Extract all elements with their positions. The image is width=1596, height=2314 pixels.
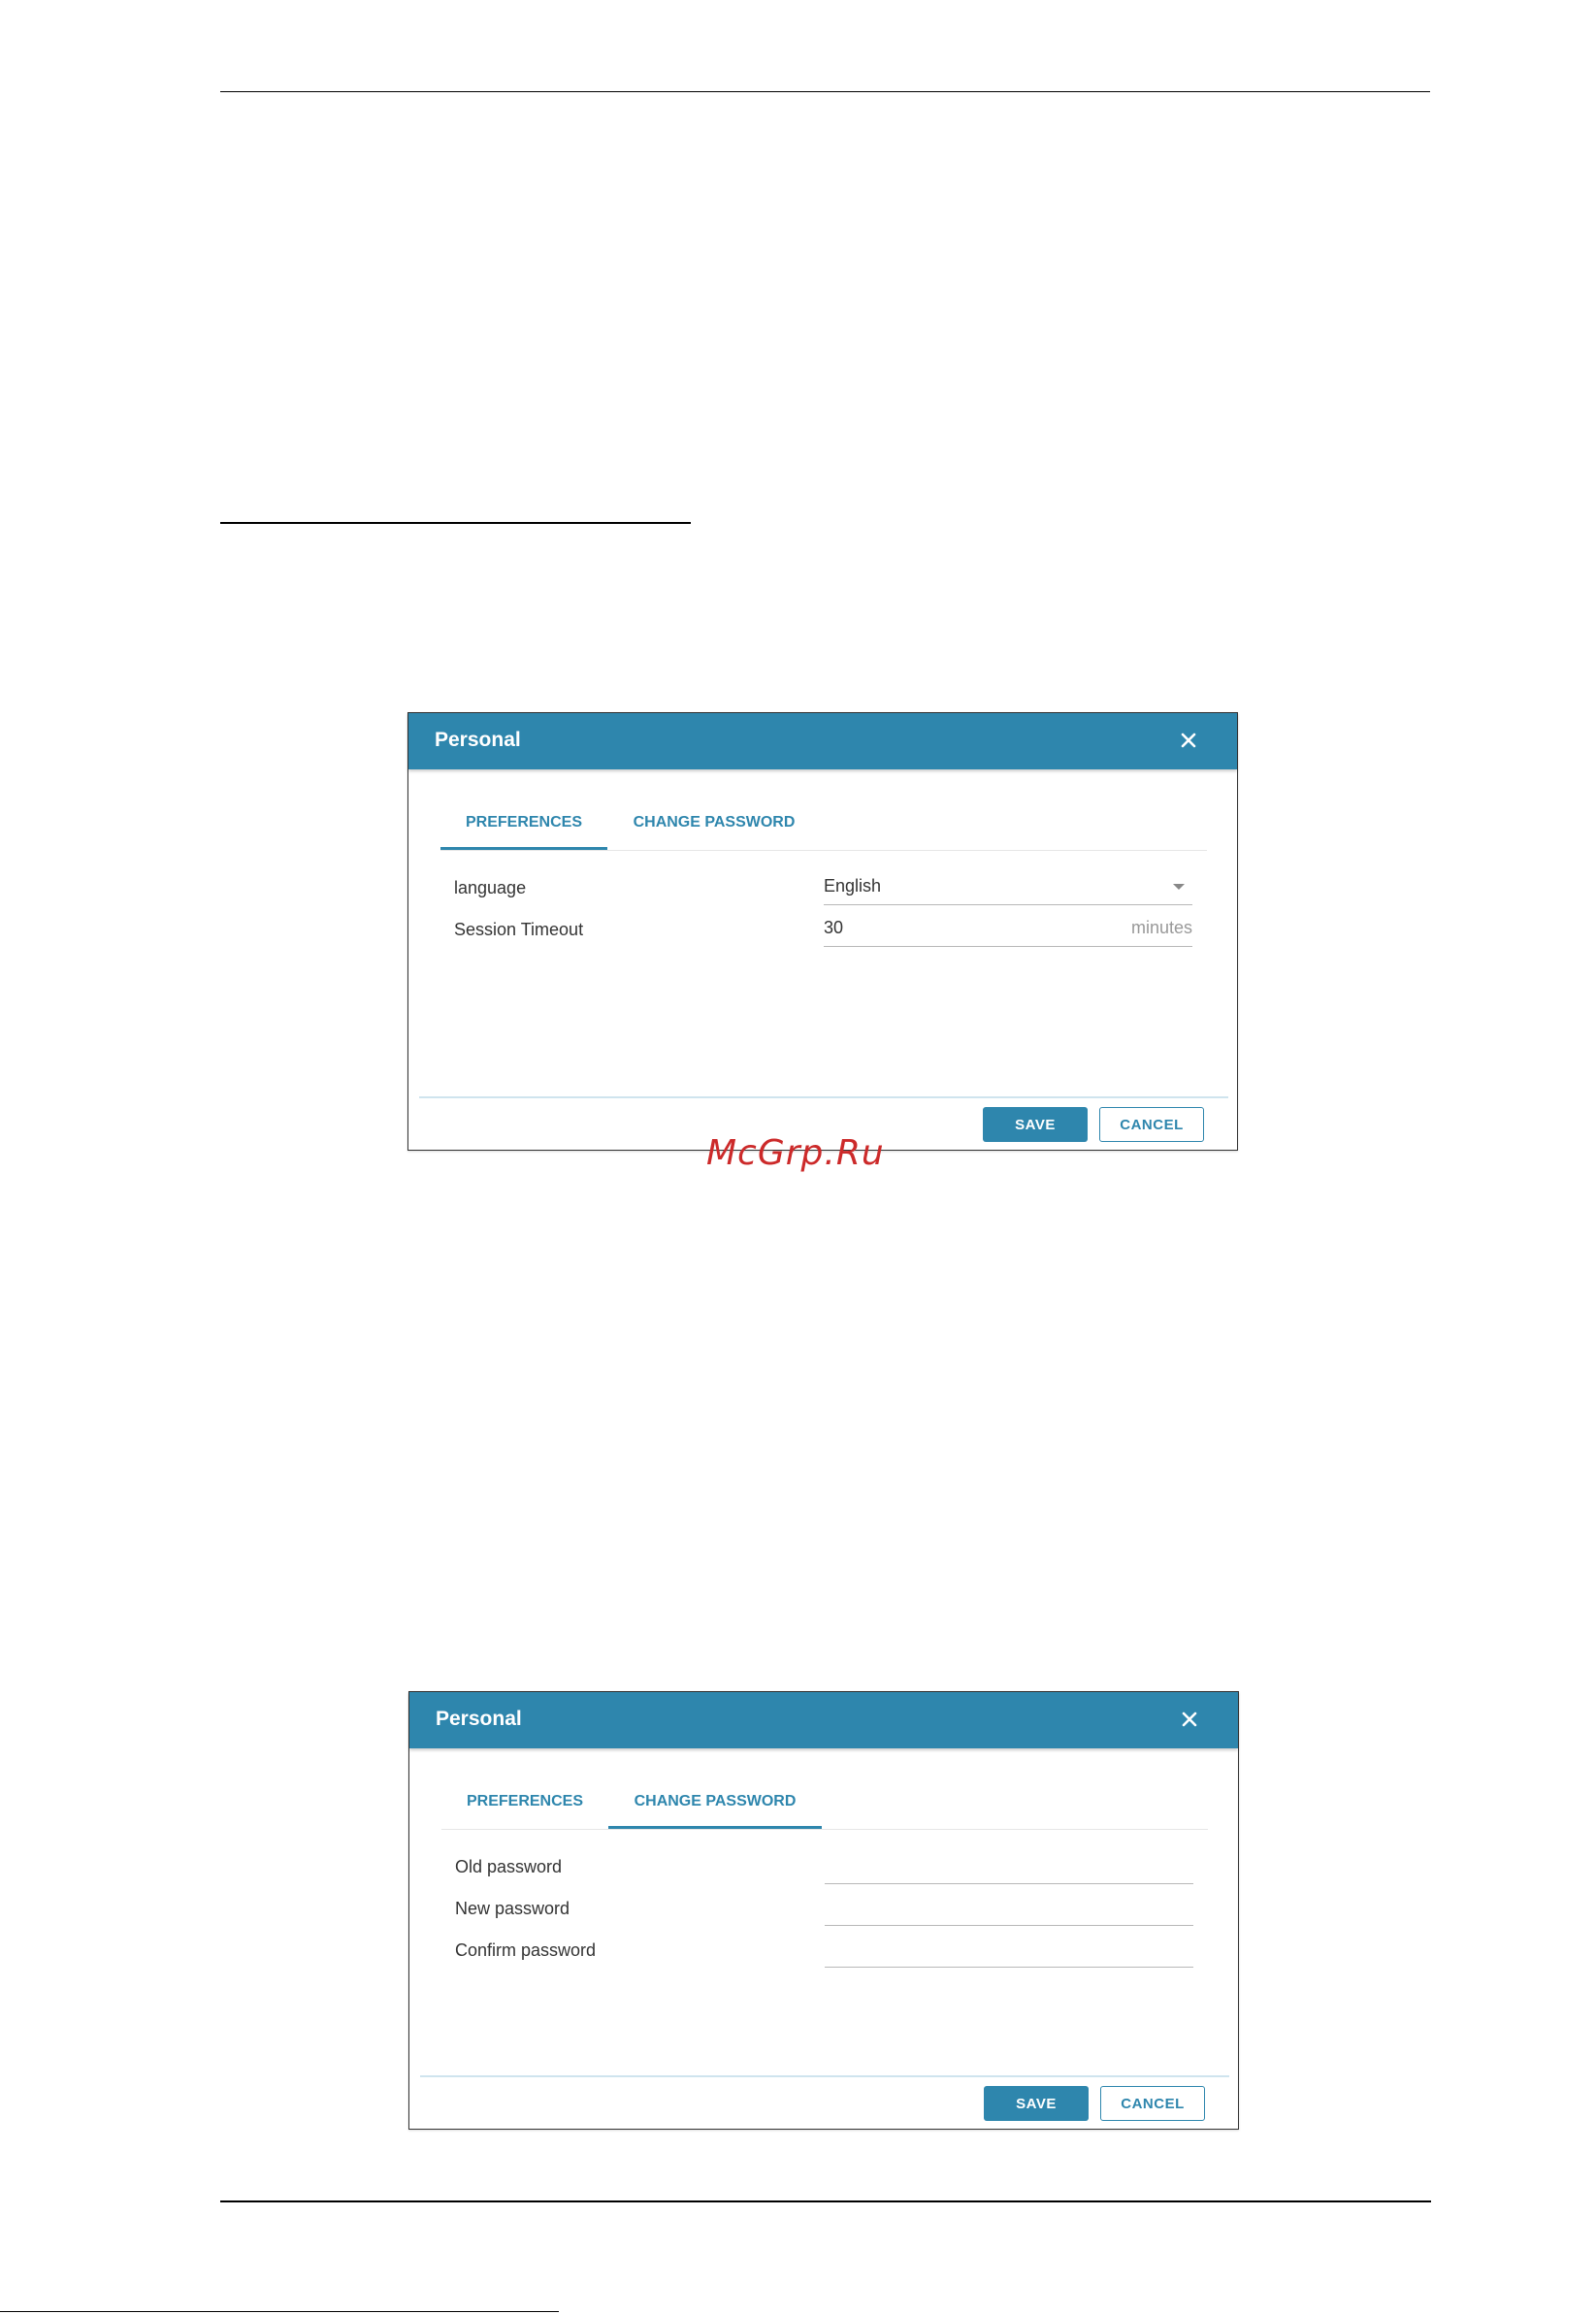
confirm-password-label: Confirm password: [455, 1940, 597, 1960]
language-label: language: [454, 878, 527, 897]
session-timeout-value: 30: [824, 918, 844, 937]
confirm-password-input[interactable]: [825, 1939, 1193, 1968]
session-timeout-input[interactable]: 30 minutes: [824, 910, 1192, 947]
tab-change-password[interactable]: CHANGE PASSWORD: [607, 803, 821, 848]
tab-preferences[interactable]: PREFERENCES: [440, 803, 607, 850]
close-icon[interactable]: [1179, 731, 1198, 750]
dialog-header: Personal: [409, 1692, 1238, 1748]
new-password-label: New password: [455, 1899, 570, 1918]
top-rule: [220, 91, 1430, 92]
dropdown-arrow-icon: [1173, 884, 1185, 890]
dialog-title: Personal: [435, 729, 521, 751]
language-select[interactable]: English: [824, 868, 1192, 905]
personal-dialog-preferences: Personal PREFERENCES CHANGE PASSWORD lan…: [407, 712, 1238, 1151]
footer-divider: [420, 2075, 1229, 2077]
old-password-input[interactable]: [825, 1855, 1193, 1884]
session-timeout-label: Session Timeout: [454, 920, 584, 939]
bottom-rule: [220, 2200, 1431, 2202]
tab-bar: PREFERENCES CHANGE PASSWORD: [441, 1782, 1208, 1830]
session-timeout-unit: minutes: [1130, 918, 1192, 937]
tab-bar: PREFERENCES CHANGE PASSWORD: [440, 803, 1207, 851]
new-password-input[interactable]: [825, 1897, 1193, 1926]
close-icon[interactable]: [1180, 1710, 1199, 1729]
old-password-label: Old password: [455, 1857, 563, 1876]
watermark-text: McGrp.Ru: [706, 1133, 885, 1173]
save-button[interactable]: SAVE: [984, 2086, 1089, 2121]
personal-dialog-change-password: Personal PREFERENCES CHANGE PASSWORD Old…: [408, 1691, 1239, 2130]
dialog-header: Personal: [408, 713, 1237, 769]
language-value: English: [824, 876, 882, 896]
footer-divider: [419, 1096, 1228, 1098]
tab-preferences[interactable]: PREFERENCES: [441, 1782, 608, 1827]
cancel-button[interactable]: CANCEL: [1100, 2086, 1205, 2121]
dialog-title: Personal: [436, 1708, 522, 1730]
footnote-rule: [0, 2311, 559, 2312]
cancel-button[interactable]: CANCEL: [1099, 1107, 1204, 1142]
save-button[interactable]: SAVE: [983, 1107, 1088, 1142]
section-underline: [220, 522, 691, 524]
tab-change-password[interactable]: CHANGE PASSWORD: [608, 1782, 822, 1829]
